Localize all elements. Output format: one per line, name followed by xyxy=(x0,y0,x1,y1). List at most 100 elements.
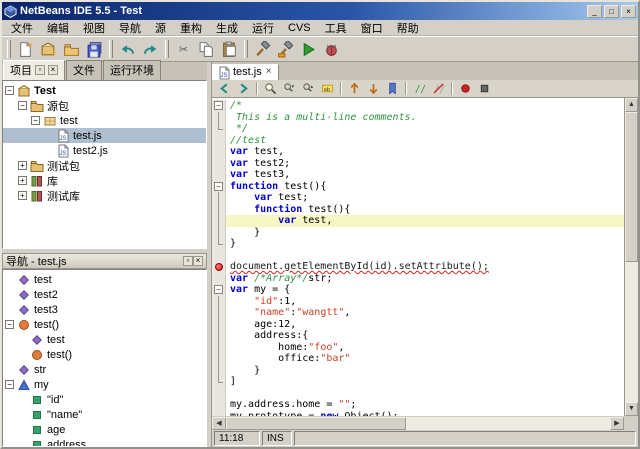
scroll-up-icon[interactable]: ▲ xyxy=(625,98,638,112)
scroll-left-icon[interactable]: ◀ xyxy=(212,417,226,430)
forward-button[interactable] xyxy=(234,81,253,97)
maximize-button[interactable]: □ xyxy=(604,4,619,18)
collapse-toggle-icon[interactable]: − xyxy=(18,101,27,110)
project-tree-item[interactable]: − test xyxy=(3,113,206,128)
start-macro-button[interactable] xyxy=(456,81,475,97)
menu-item-6[interactable]: 生成 xyxy=(209,19,245,37)
navigator-tree-item[interactable]: test xyxy=(3,272,206,287)
horizontal-scroll-track[interactable] xyxy=(226,417,610,430)
code-line[interactable]: } xyxy=(212,226,624,238)
find-next-button[interactable] xyxy=(280,81,299,97)
menu-item-3[interactable]: 导航 xyxy=(112,19,148,37)
expand-toggle-icon[interactable]: + xyxy=(18,176,27,185)
horizontal-scroll-thumb[interactable] xyxy=(226,417,406,430)
editor-tab-testjs[interactable]: JS test.js × xyxy=(212,64,279,80)
expand-toggle-icon[interactable]: + xyxy=(18,161,27,170)
next-bookmark-button[interactable] xyxy=(364,81,383,97)
navigator-tree-item[interactable]: test3 xyxy=(3,302,206,317)
menu-item-2[interactable]: 视图 xyxy=(76,19,112,37)
toolbar-grip[interactable] xyxy=(165,40,169,58)
find-previous-button[interactable] xyxy=(299,81,318,97)
code-line[interactable]: } xyxy=(212,364,624,376)
navigator-tree-item[interactable]: "id" xyxy=(3,392,206,407)
menu-item-5[interactable]: 重构 xyxy=(173,19,209,37)
code-line[interactable]: − var my = { xyxy=(212,284,624,296)
clean-build-button[interactable] xyxy=(274,38,297,61)
fold-gutter[interactable]: − xyxy=(212,180,226,192)
code-line[interactable]: home:"foo", xyxy=(212,341,624,353)
find-selection-button[interactable] xyxy=(261,81,280,97)
code-line[interactable]: "name":"wangtt", xyxy=(212,307,624,319)
code-line[interactable]: ] xyxy=(212,376,624,388)
close-icon[interactable]: × xyxy=(48,65,58,75)
navigator-tree-item[interactable]: test xyxy=(3,332,206,347)
collapse-toggle-icon[interactable]: − xyxy=(31,116,40,125)
code-line[interactable]: my.address.home = ""; xyxy=(212,399,624,411)
toolbar-grip[interactable] xyxy=(109,40,113,58)
horizontal-scrollbar[interactable]: ◀ ▶ xyxy=(212,416,638,430)
vertical-scrollbar[interactable]: ▲ ▼ xyxy=(624,98,638,416)
new-project-button[interactable] xyxy=(37,38,60,61)
paste-button[interactable] xyxy=(218,38,241,61)
collapse-toggle-icon[interactable]: − xyxy=(5,320,14,329)
uncomment-button[interactable]: // xyxy=(429,81,448,97)
navigator-tree-item[interactable]: test2 xyxy=(3,287,206,302)
new-file-button[interactable] xyxy=(14,38,37,61)
previous-bookmark-button[interactable] xyxy=(345,81,364,97)
fold-collapse-icon[interactable]: − xyxy=(214,101,223,110)
fold-collapse-icon[interactable]: − xyxy=(214,181,223,191)
scroll-right-icon[interactable]: ▶ xyxy=(610,417,624,430)
auto-hide-icon[interactable]: ▫ xyxy=(35,65,45,75)
tab-close-icon[interactable]: × xyxy=(266,67,272,77)
menu-item-11[interactable]: 帮助 xyxy=(390,19,426,37)
back-button[interactable] xyxy=(215,81,234,97)
code-line[interactable]: var test2; xyxy=(212,157,624,169)
navigator-title-bar[interactable]: 导航 - test.js ▫ × xyxy=(2,253,207,269)
undo-button[interactable] xyxy=(116,38,139,61)
fold-gutter[interactable]: − xyxy=(212,100,226,112)
code-area[interactable]: −/* This is a multi-line comments. *///t… xyxy=(212,98,624,416)
navigator-tree-item[interactable]: − test() xyxy=(3,317,206,332)
code-line[interactable]: var test3, xyxy=(212,169,624,181)
navigator-tree-item[interactable]: "name" xyxy=(3,407,206,422)
code-line[interactable]: office:"bar" xyxy=(212,353,624,365)
menu-item-1[interactable]: 编辑 xyxy=(40,19,76,37)
navigator-tree-item[interactable]: age xyxy=(3,422,206,437)
navigator-tree-item[interactable]: − my xyxy=(3,377,206,392)
project-tree-item[interactable]: − Test xyxy=(3,83,206,98)
menu-item-4[interactable]: 源 xyxy=(148,19,173,37)
tab-files[interactable]: 文件 xyxy=(66,60,102,80)
fold-collapse-icon[interactable]: − xyxy=(214,285,223,294)
navigator-tree-item[interactable]: test() xyxy=(3,347,206,362)
code-line[interactable]: var test; xyxy=(212,192,624,204)
code-line[interactable]: var /*Array*/str; xyxy=(212,272,624,284)
project-tree-item[interactable]: JS test2.js xyxy=(3,143,206,158)
run-project-button[interactable] xyxy=(297,38,320,61)
code-line[interactable]: − function test(){ xyxy=(212,180,624,192)
stop-macro-button[interactable] xyxy=(475,81,494,97)
auto-hide-icon[interactable]: ▫ xyxy=(183,256,193,266)
code-line[interactable]: −/* xyxy=(212,100,624,112)
fold-gutter[interactable]: − xyxy=(212,284,226,296)
expand-toggle-icon[interactable]: + xyxy=(18,191,27,200)
code-line[interactable]: var test, xyxy=(212,146,624,158)
project-tree-item[interactable]: + 测试库 xyxy=(3,188,206,203)
build-project-button[interactable] xyxy=(251,38,274,61)
code-line[interactable]: age:12, xyxy=(212,318,624,330)
scroll-down-icon[interactable]: ▼ xyxy=(625,402,638,416)
menu-item-7[interactable]: 运行 xyxy=(245,19,281,37)
toolbar-grip[interactable] xyxy=(244,40,248,58)
navigator-tree-item[interactable]: str xyxy=(3,362,206,377)
open-project-button[interactable] xyxy=(60,38,83,61)
redo-button[interactable] xyxy=(139,38,162,61)
navigator-tree-item[interactable]: address xyxy=(3,437,206,446)
tab-runtime[interactable]: 运行环境 xyxy=(103,60,161,80)
collapse-toggle-icon[interactable]: − xyxy=(5,86,14,95)
close-button[interactable]: × xyxy=(621,4,636,18)
code-line[interactable]: This is a multi-line comments. xyxy=(212,111,624,123)
code-line[interactable]: address:{ xyxy=(212,330,624,342)
code-line[interactable]: "id":1, xyxy=(212,295,624,307)
code-line[interactable]: document.getElementById(id).setAttribute… xyxy=(212,261,624,273)
toggle-highlight-button[interactable]: ab xyxy=(318,81,337,97)
project-tree-item[interactable]: − 源包 xyxy=(3,98,206,113)
